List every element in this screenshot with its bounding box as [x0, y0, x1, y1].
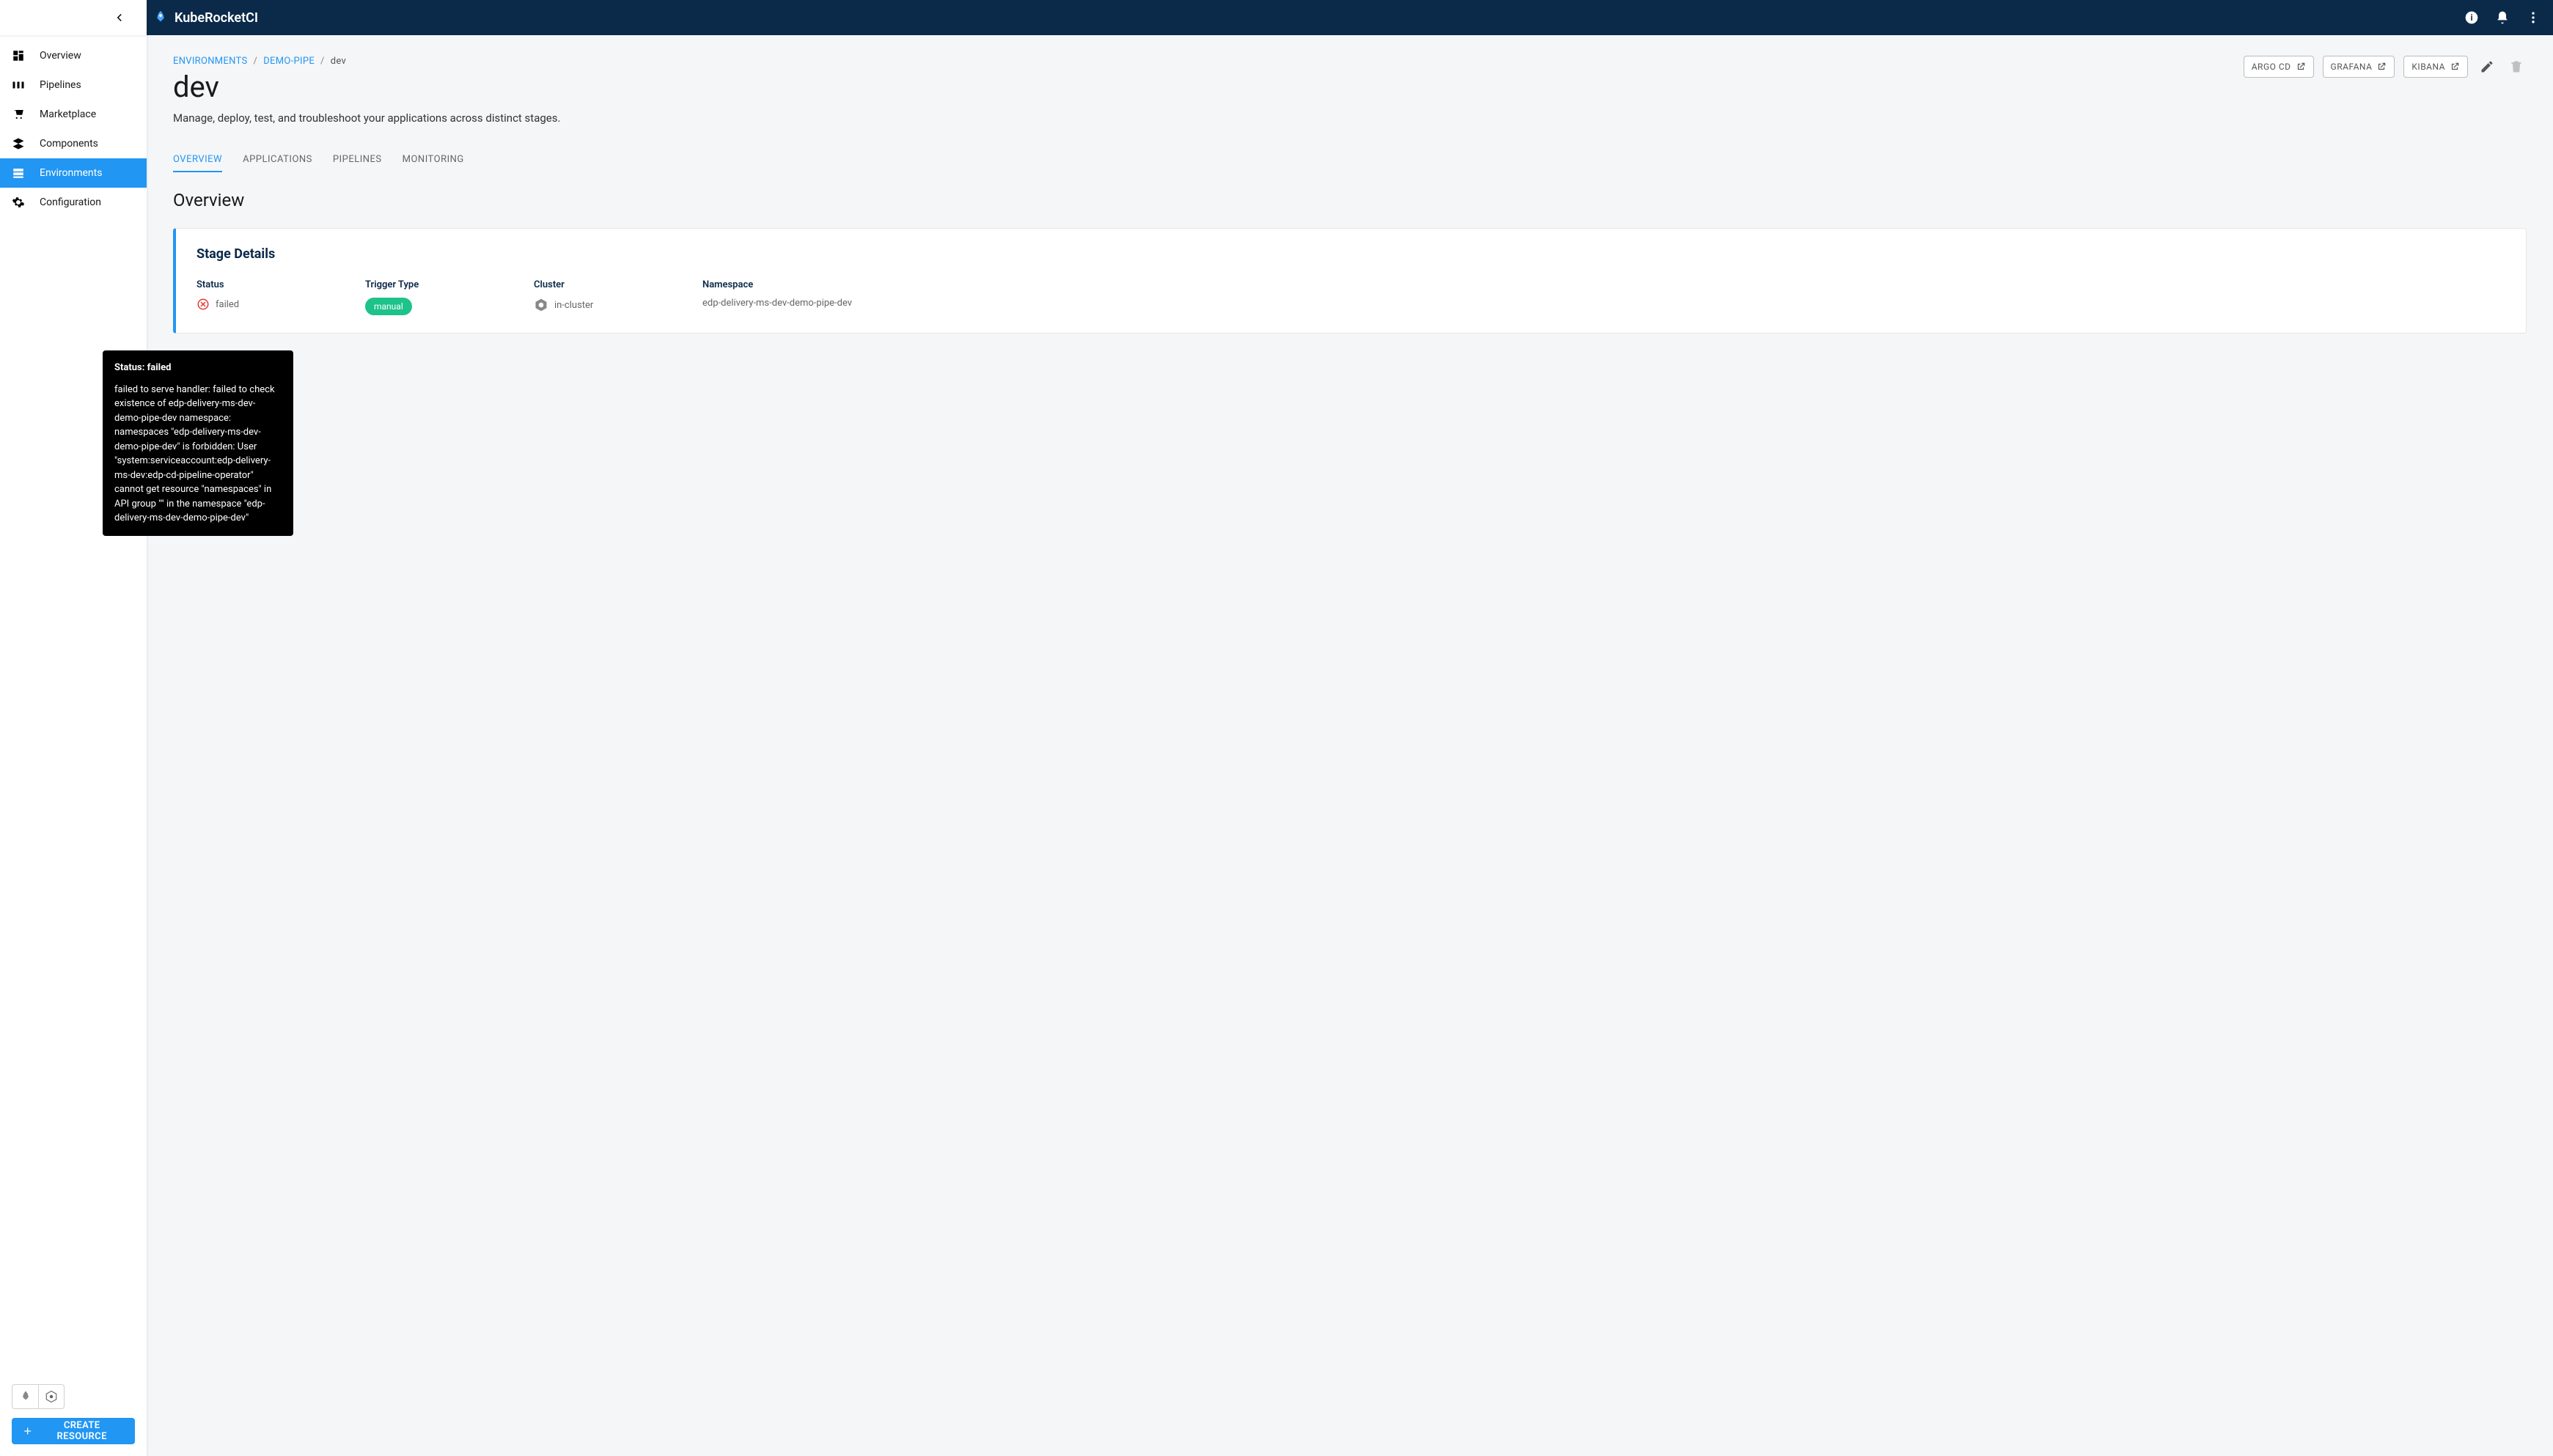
- detail-cluster: Cluster in-cluster: [534, 279, 644, 315]
- nav-item-pipelines[interactable]: Pipelines: [0, 70, 147, 100]
- info-icon: i: [2464, 10, 2479, 25]
- detail-status: Status failed: [196, 279, 306, 315]
- trash-icon: [2509, 59, 2524, 74]
- page-header: ENVIRONMENTS / DEMO-PIPE / dev dev Manag…: [173, 56, 2527, 148]
- link-label: KIBANA: [2411, 62, 2445, 72]
- tooltip-body: failed to serve handler: failed to check…: [114, 383, 282, 526]
- nav-item-configuration[interactable]: Configuration: [0, 188, 147, 217]
- breadcrumb-separator: /: [254, 56, 258, 67]
- grafana-link[interactable]: GRAFANA: [2323, 56, 2395, 78]
- namespace-text: edp-delivery-ms-dev-demo-pipe-dev: [702, 298, 852, 309]
- sidebar-footer: CREATE RESOURCE: [0, 1372, 147, 1456]
- nav-item-components[interactable]: Components: [0, 129, 147, 158]
- argo-cd-link[interactable]: ARGO CD: [2244, 56, 2314, 78]
- status-text: failed: [216, 299, 239, 310]
- svg-text:i: i: [2470, 12, 2472, 23]
- edit-button[interactable]: [2477, 56, 2497, 77]
- detail-label: Namespace: [702, 279, 852, 290]
- more-vertical-icon: [2526, 10, 2541, 25]
- detail-namespace: Namespace edp-delivery-ms-dev-demo-pipe-…: [702, 279, 852, 315]
- tab-applications[interactable]: APPLICATIONS: [243, 148, 312, 172]
- gear-icon: [12, 196, 25, 209]
- chevron-left-icon: [113, 11, 126, 24]
- stage-details-card: Stage Details Status failed Trigger Type…: [173, 228, 2527, 334]
- brand-name: KubeRocketCI: [175, 10, 258, 26]
- layers-icon: [12, 137, 25, 150]
- topbar-actions: i: [2464, 10, 2541, 26]
- details-grid: Status failed Trigger Type manual Clu: [196, 279, 2505, 315]
- main-content: ENVIRONMENTS / DEMO-PIPE / dev dev Manag…: [147, 35, 2553, 1456]
- topbar: KubeRocketCI i: [0, 0, 2553, 35]
- link-label: ARGO CD: [2252, 62, 2291, 72]
- external-link-icon: [2376, 62, 2387, 72]
- header-actions: ARGO CD GRAFANA KIBANA: [2244, 56, 2527, 78]
- cart-icon: [12, 108, 25, 121]
- plus-icon: [22, 1425, 33, 1437]
- nav-item-environments[interactable]: Environments: [0, 158, 147, 188]
- nav-label: Components: [40, 138, 98, 150]
- link-label: GRAFANA: [2331, 62, 2373, 72]
- pencil-icon: [2480, 59, 2494, 74]
- rocket-icon: [153, 10, 169, 26]
- tab-overview[interactable]: OVERVIEW: [173, 148, 222, 172]
- nav-label: Environments: [40, 167, 102, 179]
- trigger-chip: manual: [365, 298, 412, 315]
- kibana-link[interactable]: KIBANA: [2403, 56, 2468, 78]
- kubernetes-icon: [534, 298, 548, 312]
- nav-list: Overview Pipelines Marketplace Component…: [0, 35, 147, 217]
- detail-label: Cluster: [534, 279, 644, 290]
- footer-rocket-button[interactable]: [12, 1384, 38, 1409]
- detail-label: Status: [196, 279, 306, 290]
- detail-trigger-type: Trigger Type manual: [365, 279, 475, 315]
- pipeline-icon: [12, 78, 25, 92]
- sidebar-collapse-button[interactable]: [0, 0, 147, 35]
- breadcrumb-separator: /: [320, 56, 325, 67]
- cluster-text: in-cluster: [554, 300, 593, 311]
- external-link-icon: [2450, 62, 2460, 72]
- external-link-icon: [2296, 62, 2306, 72]
- detail-value: edp-delivery-ms-dev-demo-pipe-dev: [702, 298, 852, 309]
- page-title: dev: [173, 70, 560, 104]
- nav-label: Marketplace: [40, 109, 96, 120]
- create-button-label: CREATE RESOURCE: [39, 1420, 125, 1442]
- sidebar: Overview Pipelines Marketplace Component…: [0, 35, 147, 1456]
- error-icon: [196, 298, 210, 311]
- status-value[interactable]: failed: [196, 298, 306, 311]
- footer-k8s-button[interactable]: [38, 1384, 65, 1409]
- kebab-menu-button[interactable]: [2525, 10, 2541, 26]
- bell-icon: [2495, 10, 2510, 25]
- nav-label: Pipelines: [40, 79, 81, 91]
- section-heading: Overview: [173, 190, 2527, 210]
- nav-item-marketplace[interactable]: Marketplace: [0, 100, 147, 129]
- environments-icon: [12, 166, 25, 180]
- detail-label: Trigger Type: [365, 279, 475, 290]
- detail-value: manual: [365, 298, 475, 315]
- tooltip-title: Status: failed: [114, 361, 282, 375]
- card-title: Stage Details: [196, 246, 2505, 262]
- tab-pipelines[interactable]: PIPELINES: [333, 148, 382, 172]
- breadcrumb-environments[interactable]: ENVIRONMENTS: [173, 56, 248, 67]
- tabs: OVERVIEW APPLICATIONS PIPELINES MONITORI…: [173, 148, 2527, 172]
- nav-item-overview[interactable]: Overview: [0, 41, 147, 70]
- nav-label: Configuration: [40, 196, 101, 208]
- nav-label: Overview: [40, 50, 81, 62]
- breadcrumb-demo-pipe[interactable]: DEMO-PIPE: [263, 56, 315, 67]
- footer-icons: [12, 1384, 135, 1409]
- notifications-button[interactable]: [2494, 10, 2510, 26]
- info-button[interactable]: i: [2464, 10, 2480, 26]
- brand: KubeRocketCI: [153, 10, 258, 26]
- detail-value: in-cluster: [534, 298, 644, 312]
- status-tooltip: Status: failed failed to serve handler: …: [103, 350, 293, 536]
- page-subtitle: Manage, deploy, test, and troubleshoot y…: [173, 111, 560, 125]
- tab-monitoring[interactable]: MONITORING: [403, 148, 464, 172]
- delete-button[interactable]: [2506, 56, 2527, 77]
- rocket-icon: [19, 1390, 32, 1403]
- breadcrumb: ENVIRONMENTS / DEMO-PIPE / dev: [173, 56, 560, 67]
- kubernetes-icon: [45, 1390, 58, 1403]
- breadcrumb-current: dev: [331, 56, 346, 67]
- dashboard-icon: [12, 49, 25, 62]
- create-resource-button[interactable]: CREATE RESOURCE: [12, 1418, 135, 1444]
